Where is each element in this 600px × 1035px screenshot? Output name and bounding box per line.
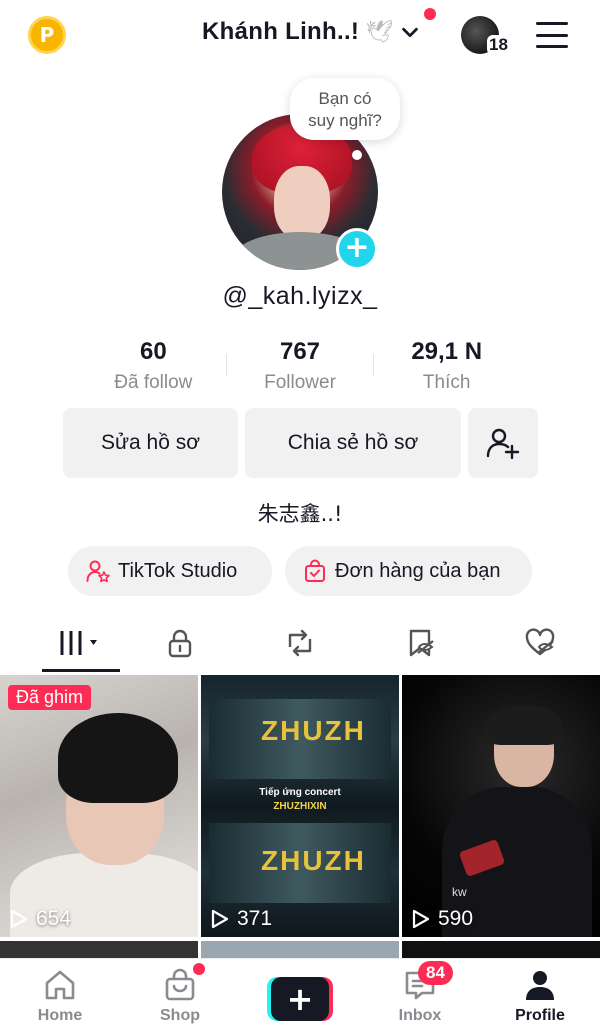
plus-icon: + bbox=[286, 980, 314, 1018]
video-thumbnail[interactable]: Đã ghim 654 bbox=[0, 675, 198, 937]
account-switcher[interactable]: Khánh Linh..! 🕊 bbox=[202, 18, 421, 46]
tab-favorites[interactable] bbox=[360, 612, 480, 674]
video-thumbnail[interactable]: ZHUZH Tiếp ứng concert ZHUZHIXIN ZHUZH 3… bbox=[201, 675, 399, 937]
play-icon bbox=[10, 909, 28, 929]
top-bar: P Khánh Linh..! 🕊 18 bbox=[0, 0, 600, 72]
concert-caption: Tiếp ứng concert bbox=[259, 787, 341, 798]
notification-dot bbox=[193, 963, 205, 975]
screen-text: ZHUZH bbox=[261, 845, 366, 876]
edit-profile-button[interactable]: Sửa hồ sơ bbox=[63, 408, 238, 478]
home-icon bbox=[45, 970, 75, 1000]
tiktok-studio-button[interactable]: TikTok Studio bbox=[68, 546, 272, 596]
view-count: 371 bbox=[211, 907, 272, 931]
nav-profile[interactable]: Profile bbox=[480, 959, 600, 1035]
nav-label: Profile bbox=[515, 1007, 565, 1024]
studio-label: TikTok Studio bbox=[118, 559, 238, 582]
nav-create[interactable]: + bbox=[240, 959, 360, 1035]
thought-bubble-tail bbox=[352, 150, 362, 160]
share-profile-button[interactable]: Chia sẻ hồ sơ bbox=[245, 408, 461, 478]
stat-label: Follower bbox=[264, 372, 336, 393]
divider bbox=[373, 354, 374, 376]
repost-icon bbox=[288, 629, 312, 657]
profile-stats: 60 Đã follow 767 Follower 29,1 N Thích bbox=[80, 338, 520, 400]
nav-inbox[interactable]: Inbox 84 bbox=[360, 959, 480, 1035]
grid-icon bbox=[60, 631, 97, 655]
profile-icon bbox=[526, 971, 554, 1000]
points-label: P bbox=[39, 23, 55, 47]
stat-value: 29,1 N bbox=[411, 338, 483, 365]
tab-videos[interactable] bbox=[0, 612, 120, 674]
bottom-nav: Home Shop + Inbox 84 Profile bbox=[0, 958, 600, 1035]
nav-home[interactable]: Home bbox=[0, 959, 120, 1035]
stat-following[interactable]: 60 Đã follow bbox=[80, 338, 227, 400]
inbox-badge: 84 bbox=[418, 961, 453, 985]
view-count-value: 371 bbox=[237, 907, 273, 930]
menu-icon[interactable] bbox=[536, 22, 568, 48]
create-button[interactable]: + bbox=[267, 977, 333, 1021]
video-thumbnail[interactable]: kw 590 bbox=[402, 675, 600, 937]
profile-bio: 朱志鑫..! bbox=[257, 502, 343, 526]
stat-value: 60 bbox=[139, 338, 167, 365]
divider bbox=[226, 354, 227, 376]
stat-likes[interactable]: 29,1 N Thích bbox=[373, 338, 520, 400]
tab-liked[interactable] bbox=[480, 612, 600, 674]
account-count-badge: 18 bbox=[487, 35, 510, 55]
dove-icon: 🕊 bbox=[365, 19, 394, 45]
stat-value: 767 bbox=[279, 338, 321, 365]
stat-label: Đã follow bbox=[114, 372, 193, 393]
stat-followers[interactable]: 767 Follower bbox=[227, 338, 374, 400]
plus-icon: + bbox=[344, 230, 370, 265]
nav-label: Shop bbox=[160, 1007, 200, 1024]
orders-label: Đơn hàng của bạn bbox=[335, 559, 501, 582]
nav-label: Home bbox=[37, 1007, 83, 1024]
stat-label: Thích bbox=[422, 372, 471, 393]
shop-bag-icon bbox=[165, 968, 195, 1001]
tab-private[interactable] bbox=[120, 612, 240, 674]
bookmark-hidden-icon bbox=[409, 629, 434, 657]
view-count-value: 654 bbox=[36, 907, 72, 930]
pinned-badge: Đã ghim bbox=[8, 685, 92, 710]
thought-line-2: suy nghĩ? bbox=[308, 111, 382, 130]
view-count: 590 bbox=[412, 907, 473, 931]
heart-hidden-icon bbox=[525, 628, 555, 656]
add-user-icon bbox=[486, 428, 520, 460]
points-icon[interactable]: P bbox=[28, 16, 66, 54]
concert-caption-name: ZHUZHIXIN bbox=[273, 801, 327, 812]
play-icon bbox=[211, 909, 229, 929]
screen-text: ZHUZH bbox=[261, 715, 366, 746]
add-friend-button[interactable] bbox=[468, 408, 538, 478]
notification-dot bbox=[424, 8, 436, 20]
tab-reposts[interactable] bbox=[240, 612, 360, 674]
play-icon bbox=[412, 909, 430, 929]
thought-line-1: Bạn có bbox=[318, 89, 372, 108]
lock-icon bbox=[168, 629, 192, 658]
profile-title: Khánh Linh..! bbox=[202, 18, 360, 45]
shopping-bag-icon bbox=[305, 559, 325, 582]
thought-bubble[interactable]: Bạn có suy nghĩ? bbox=[290, 78, 400, 140]
add-avatar-button[interactable]: + bbox=[336, 228, 378, 270]
person-star-icon bbox=[86, 560, 110, 583]
nav-label: Inbox bbox=[398, 1007, 442, 1024]
orders-button[interactable]: Đơn hàng của bạn bbox=[285, 546, 532, 596]
content-tabs bbox=[0, 612, 600, 674]
nav-shop[interactable]: Shop bbox=[120, 959, 240, 1035]
video-overlay-text: kw bbox=[452, 885, 467, 899]
view-count: 654 bbox=[10, 907, 71, 931]
chevron-down-icon bbox=[402, 27, 418, 38]
username-handle: @_kah.lyizx_ bbox=[222, 282, 378, 310]
view-count-value: 590 bbox=[438, 907, 474, 930]
